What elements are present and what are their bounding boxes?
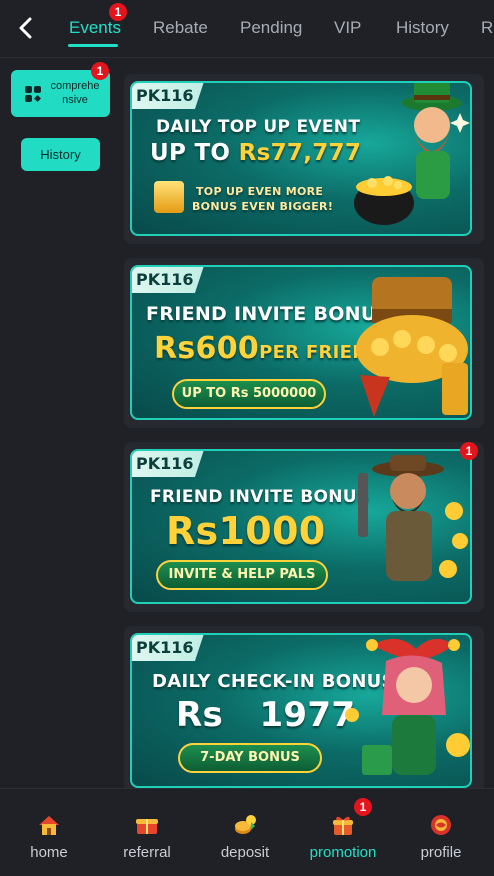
- brand-tag: PK116: [132, 267, 204, 293]
- events-badge: 1: [109, 3, 127, 21]
- event-card[interactable]: PK116 DAILY TOP UP EVENT UP TO Rs77,777 …: [124, 74, 484, 244]
- jester-girl-illustration: [345, 638, 470, 775]
- brand-tag: PK116: [132, 83, 204, 109]
- banner-amount: Rs600PER FRIEND: [154, 331, 383, 366]
- category-sidebar: comprehe nsive 1 History: [0, 58, 120, 788]
- banner-subtitle-1: TOP UP EVEN MORE: [196, 185, 324, 198]
- promotion-gift-icon: [333, 816, 353, 835]
- profile-icon: [431, 815, 451, 835]
- brand-tag: PK116: [132, 635, 204, 661]
- banner-amount: Rs 1977: [176, 695, 356, 735]
- banner-pill: 7-DAY BONUS: [178, 743, 322, 773]
- tab-vip[interactable]: VIP: [334, 18, 361, 38]
- home-icon: [39, 816, 59, 835]
- banner-pill: INVITE & HELP PALS: [156, 560, 328, 590]
- deposit-coins-icon: [235, 815, 256, 834]
- event-card[interactable]: PK116 DAILY CHECK-IN BONUS Rs 1977 7-DAY…: [124, 626, 484, 788]
- banner-subtitle-2: BONUS EVEN BIGGER!: [192, 200, 334, 213]
- tab-history[interactable]: History: [396, 18, 449, 38]
- leprechaun-illustration: [354, 83, 470, 225]
- referral-gift-icon: [136, 819, 158, 834]
- promotion-badge: 1: [354, 798, 372, 816]
- active-tab-underline: [68, 44, 118, 47]
- daily-top-up-banner[interactable]: PK116 DAILY TOP UP EVENT UP TO Rs77,777 …: [130, 81, 472, 236]
- gift-box-icon: [154, 181, 184, 213]
- category-label: comprehe nsive: [50, 80, 100, 106]
- banner-pill: UP TO Rs 5000000: [172, 379, 326, 409]
- bottom-navigation: home referral deposit promotion 1 profil…: [0, 788, 494, 875]
- events-list: PK116 DAILY TOP UP EVENT UP TO Rs77,777 …: [120, 58, 494, 788]
- banner-amount: Rs1000: [166, 509, 326, 553]
- tab-pending[interactable]: Pending: [240, 18, 302, 38]
- tab-events[interactable]: Events: [69, 18, 121, 38]
- banner-title: DAILY TOP UP EVENT: [156, 117, 361, 137]
- event-card[interactable]: PK116 FRIEND INVITE BONUS Rs600PER FRIEN…: [124, 258, 484, 428]
- back-chevron-icon[interactable]: [14, 16, 38, 40]
- nav-home[interactable]: home: [0, 789, 98, 876]
- friend-invite-1000-banner[interactable]: PK116 FRIEND INVITE BONUS Rs1000 INVITE …: [130, 449, 472, 604]
- banner-title: FRIEND INVITE BONUS: [150, 487, 370, 507]
- friend-invite-600-banner[interactable]: PK116 FRIEND INVITE BONUS Rs600PER FRIEN…: [130, 265, 472, 420]
- grid-icon: [25, 86, 41, 102]
- event-card[interactable]: PK116 FRIEND INVITE BONUS Rs1000 INVITE …: [124, 442, 484, 612]
- top-tab-bar: Events 1 Rebate Pending VIP History R: [0, 0, 494, 58]
- explorer-illustration: [358, 455, 468, 581]
- treasure-chest-illustration: [356, 277, 468, 417]
- nav-profile[interactable]: profile: [392, 789, 490, 876]
- nav-referral[interactable]: referral: [98, 789, 196, 876]
- nav-deposit[interactable]: deposit: [196, 789, 294, 876]
- category-badge: 1: [91, 62, 109, 80]
- history-button[interactable]: History: [21, 138, 100, 171]
- nav-promotion[interactable]: promotion: [294, 789, 392, 876]
- daily-check-in-banner[interactable]: PK116 DAILY CHECK-IN BONUS Rs 1977 7-DAY…: [130, 633, 472, 788]
- brand-tag: PK116: [132, 451, 204, 477]
- tab-rebate[interactable]: Rebate: [153, 18, 208, 38]
- event-badge: 1: [460, 442, 478, 460]
- tab-r[interactable]: R: [481, 18, 493, 38]
- banner-amount: UP TO Rs77,777: [150, 140, 362, 166]
